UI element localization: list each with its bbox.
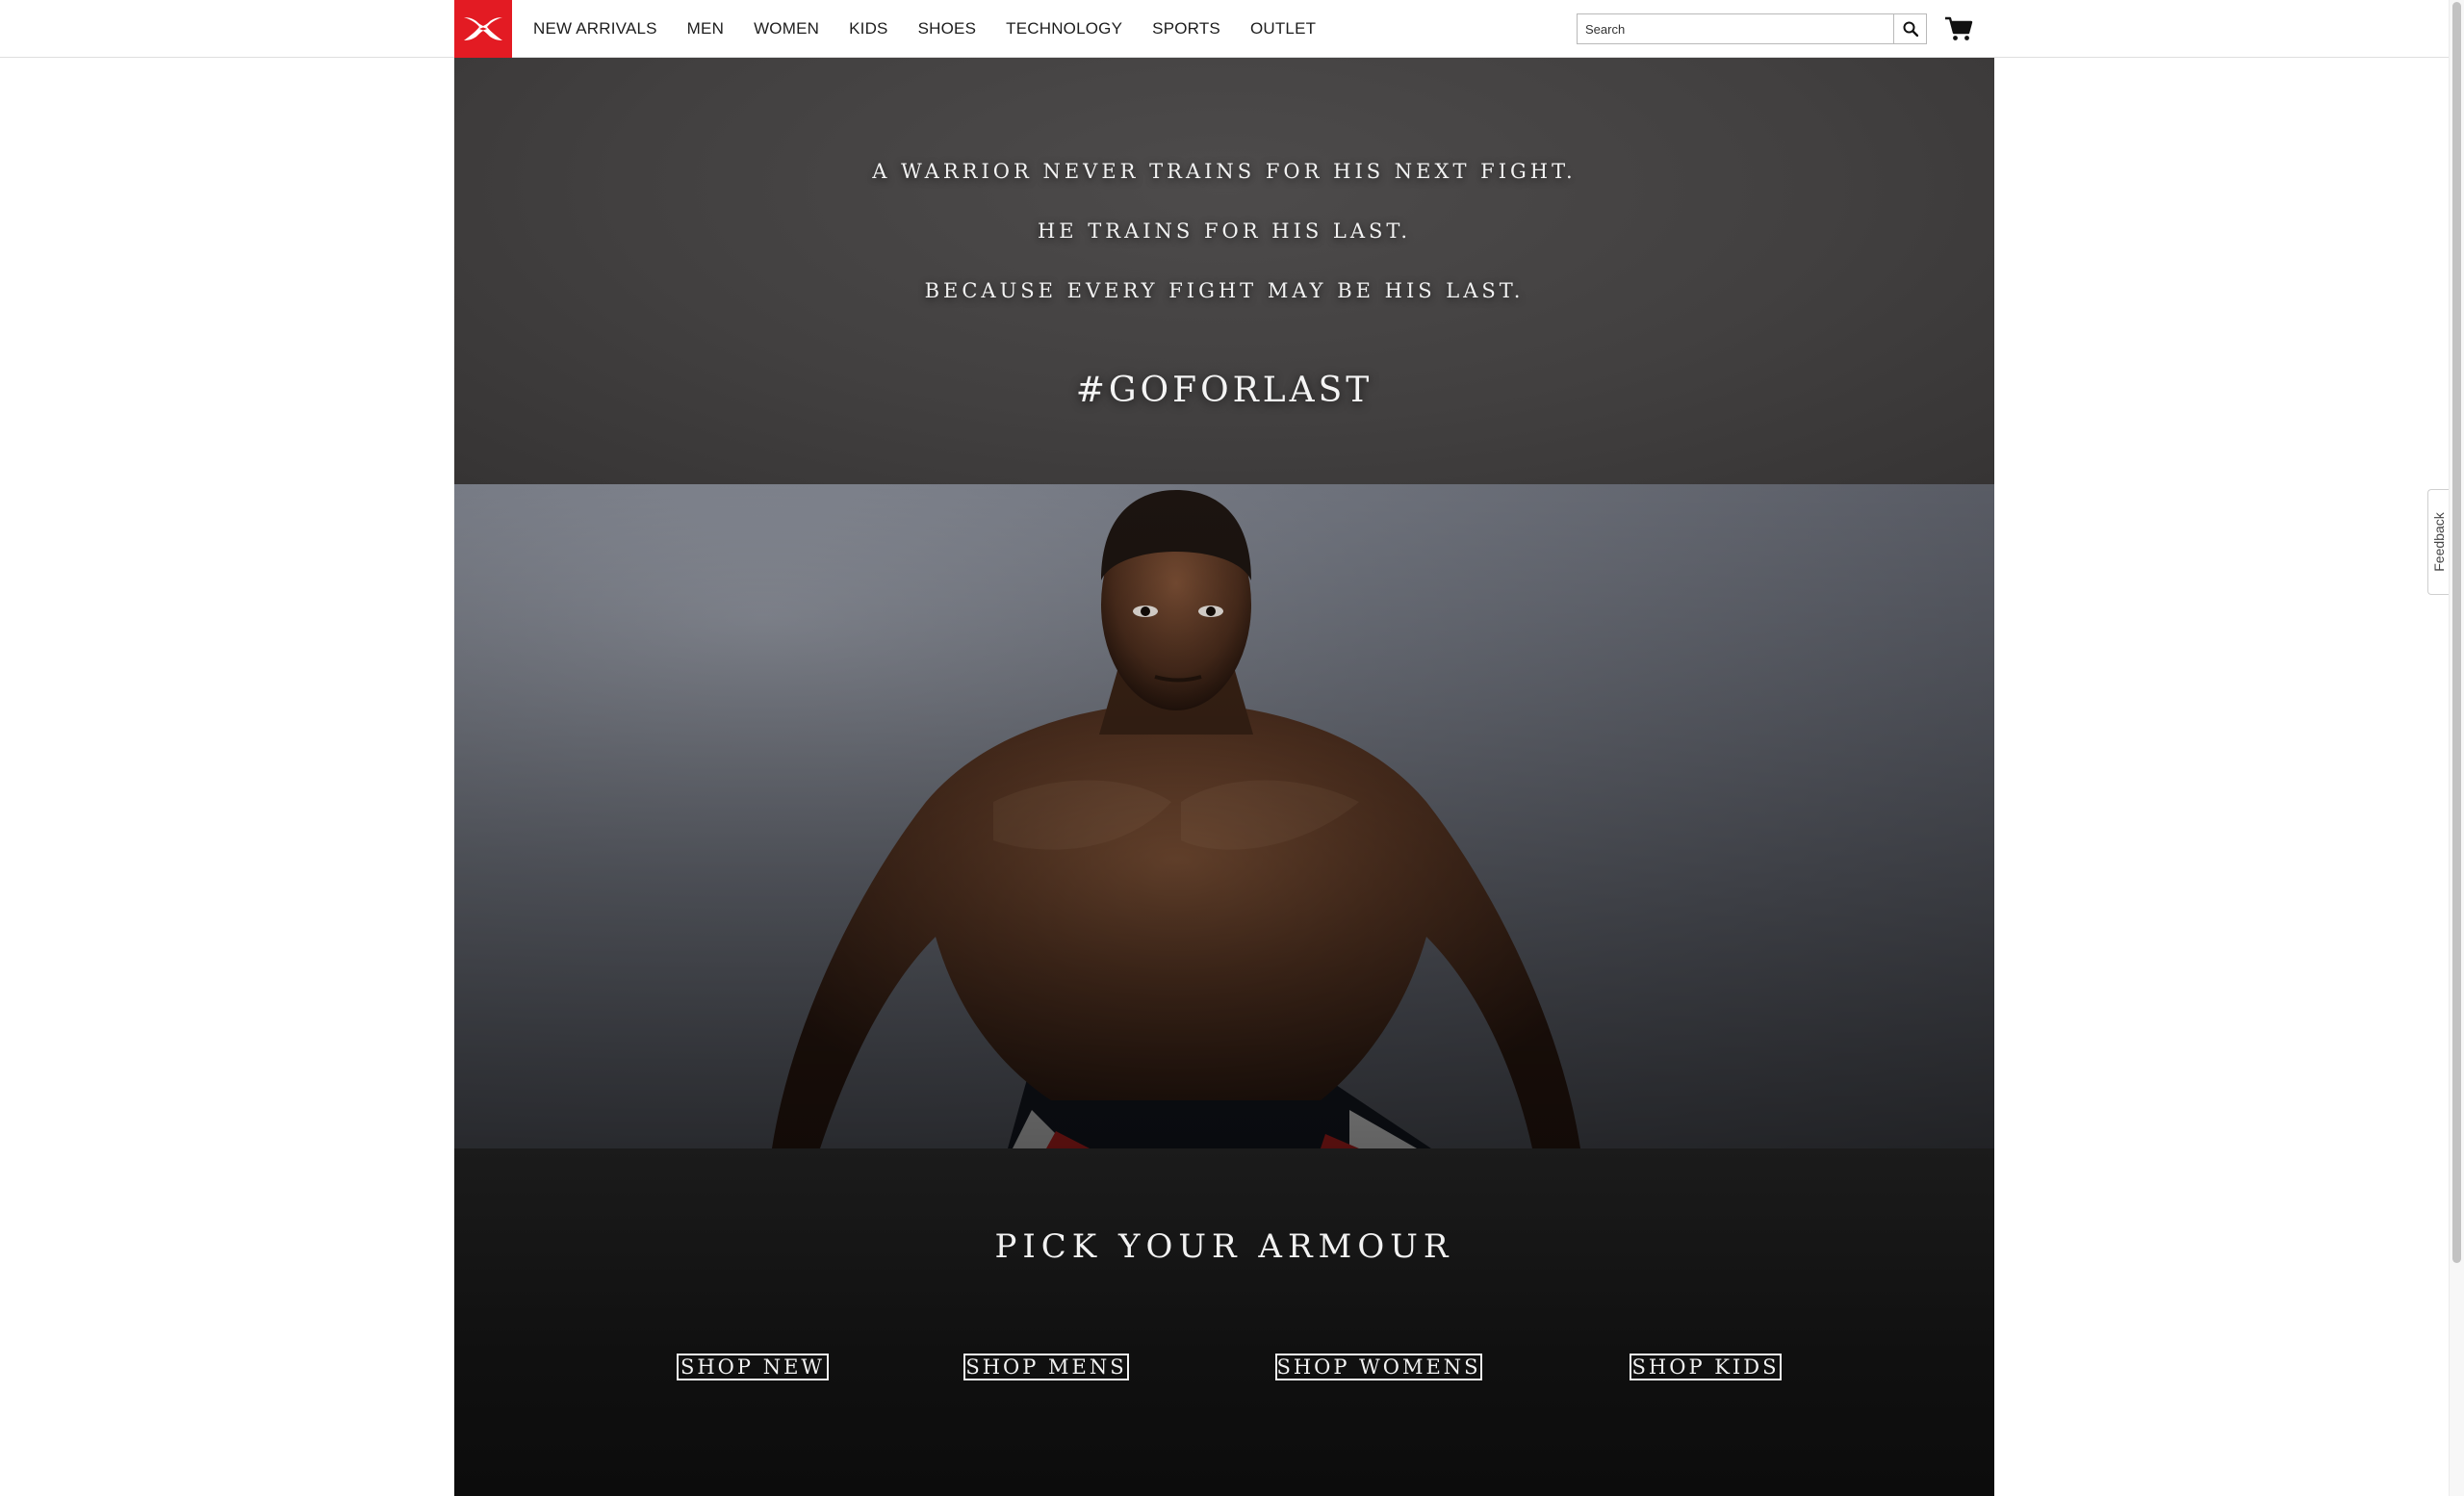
search-icon bbox=[1903, 21, 1918, 37]
nav-new-arrivals[interactable]: NEW ARRIVALS bbox=[533, 19, 657, 39]
nav-outlet[interactable]: OUTLET bbox=[1250, 19, 1316, 39]
quote-section: A WARRIOR NEVER TRAINS FOR HIS NEXT FIGH… bbox=[454, 58, 1994, 484]
shop-womens-button[interactable]: SHOP WOMENS bbox=[1275, 1354, 1482, 1380]
athlete-illustration bbox=[454, 484, 1994, 1148]
feedback-tab[interactable]: Feedback bbox=[2427, 489, 2449, 595]
shop-mens-button[interactable]: SHOP MENS bbox=[963, 1354, 1129, 1380]
nav-kids[interactable]: KIDS bbox=[849, 19, 887, 39]
shop-new-button[interactable]: SHOP NEW bbox=[677, 1354, 829, 1380]
nav-technology[interactable]: TECHNOLOGY bbox=[1006, 19, 1122, 39]
campaign-hashtag: #GOFORLAST bbox=[1075, 371, 1373, 410]
feedback-label: Feedback bbox=[2430, 512, 2447, 572]
search-button[interactable] bbox=[1893, 14, 1926, 43]
pick-your-armour-section: PICK YOUR ARMOUR SHOP NEW SHOP MENS SHOP… bbox=[454, 1148, 1994, 1496]
nav-men[interactable]: MEN bbox=[687, 19, 724, 39]
pick-title: PICK YOUR ARMOUR bbox=[994, 1227, 1454, 1266]
quote-line-3: BECAUSE EVERY FIGHT MAY BE HIS LAST. bbox=[924, 279, 1525, 302]
scrollbar-thumb[interactable] bbox=[2452, 2, 2461, 1263]
hero-image bbox=[454, 484, 1994, 1148]
top-navigation-bar: NEW ARRIVALS MEN WOMEN KIDS SHOES TECHNO… bbox=[0, 0, 2464, 58]
cart-icon bbox=[1945, 16, 1973, 40]
campaign-content: A WARRIOR NEVER TRAINS FOR HIS NEXT FIGH… bbox=[454, 58, 1994, 1496]
nav-shoes[interactable]: SHOES bbox=[918, 19, 977, 39]
cart-button[interactable] bbox=[1944, 15, 1973, 42]
quote-line-1: A WARRIOR NEVER TRAINS FOR HIS NEXT FIGH… bbox=[872, 160, 1577, 183]
nav-sports[interactable]: SPORTS bbox=[1152, 19, 1220, 39]
search-box bbox=[1577, 13, 1927, 44]
vertical-scrollbar[interactable] bbox=[2449, 0, 2464, 1496]
search-input[interactable] bbox=[1578, 14, 1891, 43]
brand-logo[interactable] bbox=[454, 0, 512, 58]
under-armour-logo-icon bbox=[464, 17, 502, 40]
quote-line-2: HE TRAINS FOR HIS LAST. bbox=[1037, 219, 1412, 243]
shop-kids-button[interactable]: SHOP KIDS bbox=[1630, 1354, 1782, 1380]
nav-women[interactable]: WOMEN bbox=[754, 19, 819, 39]
main-navigation: NEW ARRIVALS MEN WOMEN KIDS SHOES TECHNO… bbox=[533, 0, 1346, 58]
